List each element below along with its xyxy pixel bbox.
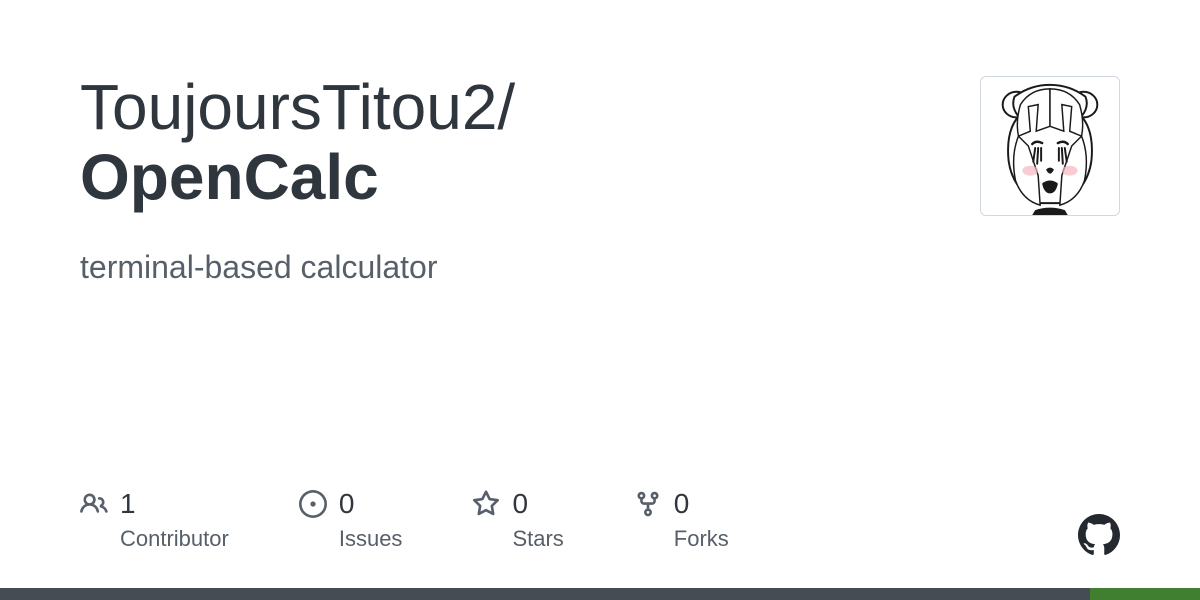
contributors-count: 1 xyxy=(120,488,136,520)
github-logo-icon[interactable] xyxy=(1078,514,1120,556)
fork-icon xyxy=(634,490,662,518)
language-bar xyxy=(0,588,1200,600)
stat-stars[interactable]: 0 Stars xyxy=(472,488,563,552)
language-segment xyxy=(1090,588,1200,600)
stat-issues[interactable]: 0 Issues xyxy=(299,488,403,552)
repo-name[interactable]: OpenCalc xyxy=(80,142,980,212)
issues-count: 0 xyxy=(339,488,355,520)
issue-icon xyxy=(299,490,327,518)
stars-count: 0 xyxy=(512,488,528,520)
owner-name[interactable]: ToujoursTitou2/ xyxy=(80,72,980,142)
contributors-label: Contributor xyxy=(120,526,229,552)
people-icon xyxy=(80,490,108,518)
issues-label: Issues xyxy=(339,526,403,552)
language-segment xyxy=(0,588,1090,600)
forks-count: 0 xyxy=(674,488,690,520)
stats-row: 1 Contributor 0 Issues 0 Stars xyxy=(80,488,729,552)
repo-title-block: ToujoursTitou2/ OpenCalc terminal-based … xyxy=(80,72,980,286)
avatar[interactable] xyxy=(980,76,1120,216)
forks-label: Forks xyxy=(674,526,729,552)
repo-description: terminal-based calculator xyxy=(80,249,980,286)
star-icon xyxy=(472,490,500,518)
stat-forks[interactable]: 0 Forks xyxy=(634,488,729,552)
stat-contributors[interactable]: 1 Contributor xyxy=(80,488,229,552)
stars-label: Stars xyxy=(512,526,563,552)
